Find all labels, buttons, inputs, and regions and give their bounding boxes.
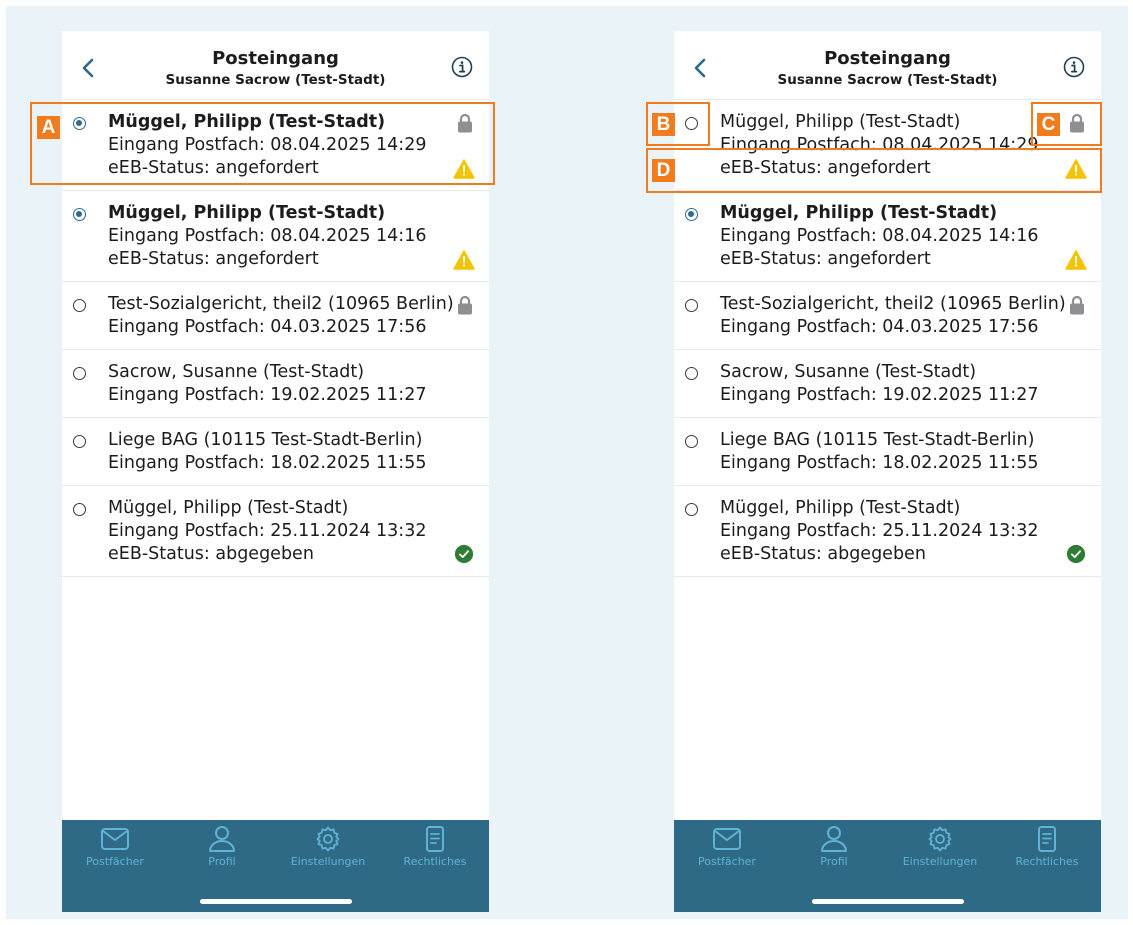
callout-label-c: C: [1037, 113, 1060, 136]
message-item[interactable]: Test-Sozialgericht, theil2 (10965 Berlin…: [674, 282, 1101, 350]
message-eeb-status: eEB-Status: abgegeben: [108, 544, 314, 564]
message-sender: Sacrow, Susanne (Test-Stadt): [108, 362, 365, 382]
read-indicator[interactable]: [73, 435, 86, 448]
message-received-date: Eingang Postfach: 18.02.2025 11:55: [108, 453, 427, 473]
gear-icon: [928, 826, 952, 852]
message-sender: Müggel, Philipp (Test-Stadt): [720, 112, 961, 132]
tab-bar: Postfächer Profil Einstellungen Rechtlic…: [62, 820, 489, 912]
tab-bar: Postfächer Profil Einstellungen Rechtlic…: [674, 820, 1101, 912]
tab-label: Einstellungen: [290, 855, 366, 868]
read-indicator[interactable]: [685, 435, 698, 448]
person-icon: [821, 826, 847, 852]
check-circle-icon: [1066, 544, 1086, 564]
message-item[interactable]: Sacrow, Susanne (Test-Stadt) Eingang Pos…: [62, 350, 489, 418]
message-sender: Müggel, Philipp (Test-Stadt): [108, 203, 386, 223]
home-indicator[interactable]: [812, 899, 964, 904]
callout-label-b: B: [652, 113, 675, 136]
lock-icon: [458, 295, 472, 315]
tab-postfaecher[interactable]: Postfächer: [62, 826, 168, 868]
message-item[interactable]: Liege BAG (10115 Test-Stadt-Berlin) Eing…: [62, 418, 489, 486]
read-indicator[interactable]: [73, 503, 86, 516]
callout-box-d: [646, 148, 1102, 193]
message-item[interactable]: Müggel, Philipp (Test-Stadt) Eingang Pos…: [62, 191, 489, 282]
tab-label: Rechtliches: [1015, 855, 1079, 868]
lock-icon: [1070, 295, 1084, 315]
message-received-date: Eingang Postfach: 08.04.2025 14:16: [108, 226, 427, 246]
message-sender: Test-Sozialgericht, theil2 (10965 Berlin…: [108, 294, 454, 314]
message-sender: Müggel, Philipp (Test-Stadt): [720, 498, 961, 518]
message-item[interactable]: Sacrow, Susanne (Test-Stadt) Eingang Pos…: [674, 350, 1101, 418]
callout-label-d: D: [652, 159, 675, 182]
message-item[interactable]: Liege BAG (10115 Test-Stadt-Berlin) Eing…: [674, 418, 1101, 486]
header-title-block: Posteingang Susanne Sacrow (Test-Stadt): [674, 48, 1101, 88]
tab-label: Profil: [820, 855, 848, 868]
message-item[interactable]: Müggel, Philipp (Test-Stadt) Eingang Pos…: [674, 486, 1101, 577]
tab-rechtliches[interactable]: Rechtliches: [382, 826, 488, 868]
page-subtitle: Susanne Sacrow (Test-Stadt): [777, 72, 998, 88]
read-indicator[interactable]: [685, 503, 698, 516]
callout-box-a: [30, 102, 495, 185]
tab-postfaecher[interactable]: Postfächer: [674, 826, 780, 868]
message-sender: Sacrow, Susanne (Test-Stadt): [720, 362, 977, 382]
header-title-block: Posteingang Susanne Sacrow (Test-Stadt): [62, 48, 489, 88]
message-received-date: Eingang Postfach: 19.02.2025 11:27: [108, 385, 427, 405]
read-indicator[interactable]: [73, 299, 86, 312]
read-indicator[interactable]: [685, 299, 698, 312]
envelope-icon: [713, 828, 741, 850]
tab-label: Rechtliches: [403, 855, 467, 868]
message-received-date: Eingang Postfach: 25.11.2024 13:32: [720, 521, 1039, 541]
page-subtitle: Susanne Sacrow (Test-Stadt): [165, 72, 386, 88]
tab-label: Postfächer: [698, 855, 756, 868]
tab-label: Profil: [208, 855, 236, 868]
message-received-date: Eingang Postfach: 18.02.2025 11:55: [720, 453, 1039, 473]
nav-header: Posteingang Susanne Sacrow (Test-Stadt): [62, 31, 489, 99]
page-title: Posteingang: [212, 48, 339, 69]
tab-einstellungen[interactable]: Einstellungen: [887, 826, 993, 868]
message-sender: Liege BAG (10115 Test-Stadt-Berlin): [108, 430, 423, 450]
message-item[interactable]: Müggel, Philipp (Test-Stadt) Eingang Pos…: [62, 486, 489, 577]
warning-icon: [453, 250, 475, 270]
message-received-date: Eingang Postfach: 25.11.2024 13:32: [108, 521, 427, 541]
check-circle-icon: [454, 544, 474, 564]
message-received-date: Eingang Postfach: 19.02.2025 11:27: [720, 385, 1039, 405]
message-eeb-status: eEB-Status: abgegeben: [720, 544, 926, 564]
message-received-date: Eingang Postfach: 04.03.2025 17:56: [720, 317, 1039, 337]
home-indicator[interactable]: [200, 899, 352, 904]
person-icon: [209, 826, 235, 852]
envelope-icon: [101, 828, 129, 850]
tab-rechtliches[interactable]: Rechtliches: [994, 826, 1100, 868]
document-icon: [1038, 826, 1056, 852]
tab-einstellungen[interactable]: Einstellungen: [275, 826, 381, 868]
read-indicator[interactable]: [685, 367, 698, 380]
nav-header: Posteingang Susanne Sacrow (Test-Stadt): [674, 31, 1101, 99]
message-sender: Liege BAG (10115 Test-Stadt-Berlin): [720, 430, 1035, 450]
tab-profil[interactable]: Profil: [169, 826, 275, 868]
document-icon: [426, 826, 444, 852]
message-item[interactable]: Müggel, Philipp (Test-Stadt) Eingang Pos…: [674, 191, 1101, 282]
info-icon[interactable]: [1063, 56, 1085, 78]
message-item[interactable]: Test-Sozialgericht, theil2 (10965 Berlin…: [62, 282, 489, 350]
warning-icon: [1065, 250, 1087, 270]
page-title: Posteingang: [824, 48, 951, 69]
callout-label-a: A: [37, 116, 60, 139]
message-received-date: Eingang Postfach: 04.03.2025 17:56: [108, 317, 427, 337]
message-eeb-status: eEB-Status: angefordert: [108, 249, 319, 269]
message-sender: Test-Sozialgericht, theil2 (10965 Berlin…: [720, 294, 1066, 314]
message-eeb-status: eEB-Status: angefordert: [720, 249, 931, 269]
message-sender: Müggel, Philipp (Test-Stadt): [108, 498, 349, 518]
message-sender: Müggel, Philipp (Test-Stadt): [720, 203, 998, 223]
unread-indicator[interactable]: [685, 208, 698, 221]
tab-label: Einstellungen: [902, 855, 978, 868]
tab-label: Postfächer: [86, 855, 144, 868]
message-received-date: Eingang Postfach: 08.04.2025 14:16: [720, 226, 1039, 246]
gear-icon: [316, 826, 340, 852]
read-indicator[interactable]: [73, 367, 86, 380]
info-icon[interactable]: [451, 56, 473, 78]
tab-profil[interactable]: Profil: [781, 826, 887, 868]
unread-indicator[interactable]: [73, 208, 86, 221]
